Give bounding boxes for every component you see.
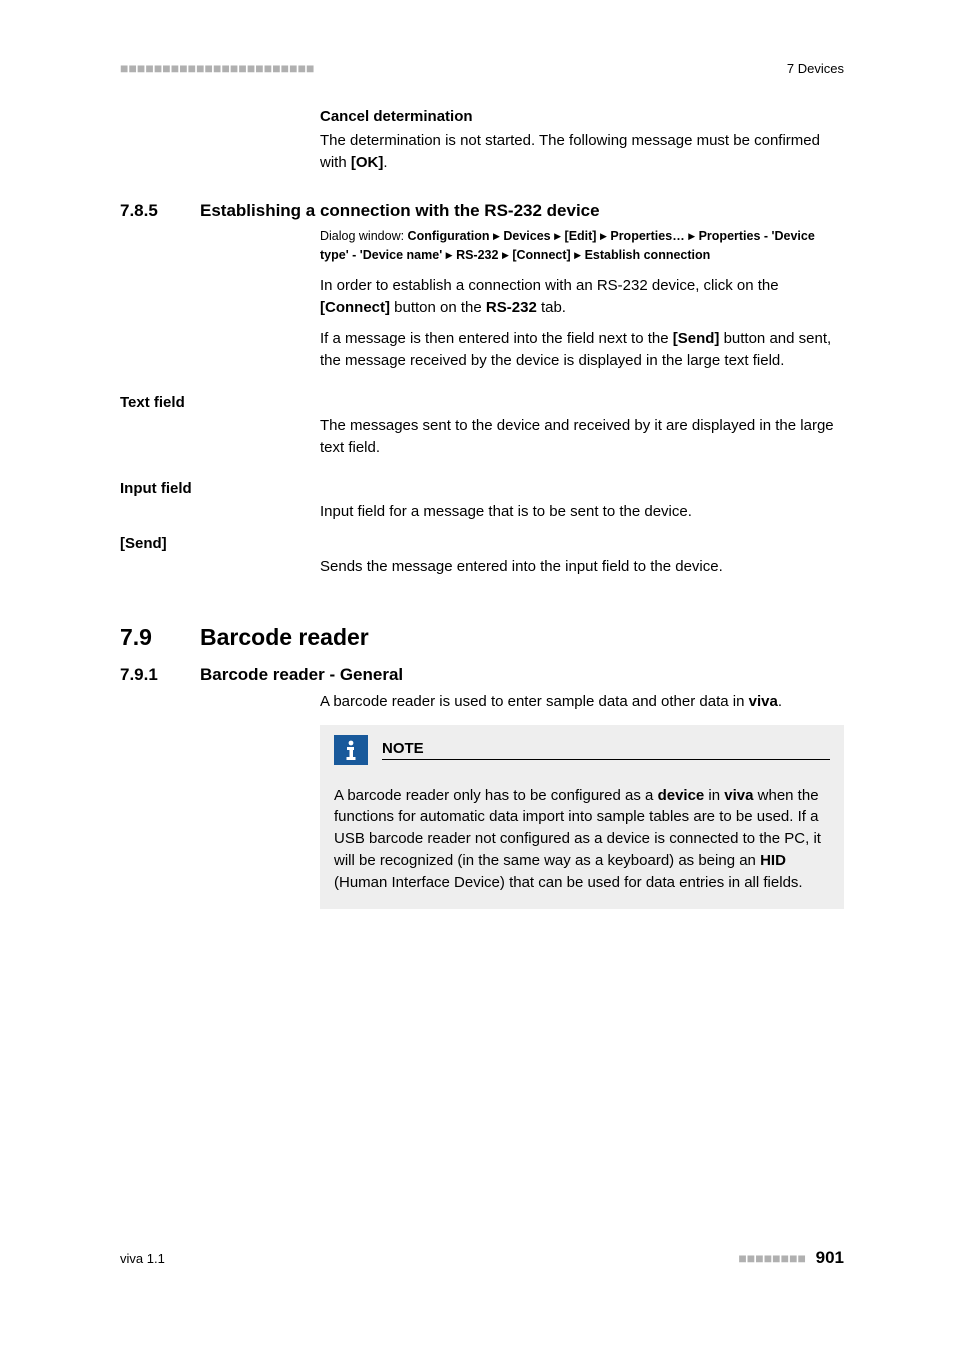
text-fragment: (Human Interface Device) that can be use…: [334, 874, 803, 891]
paragraph: In order to establish a connection with …: [320, 275, 844, 319]
viva-label: viva: [749, 693, 778, 710]
text-fragment: A barcode reader is used to enter sample…: [320, 693, 749, 710]
section-number: 7.9: [120, 624, 200, 651]
section-7-9-heading: 7.9 Barcode reader: [120, 624, 844, 651]
cancel-determination-body: The determination is not started. The fo…: [320, 130, 844, 174]
footer-marks: ■■■■■■■■: [738, 1250, 806, 1266]
note-body: A barcode reader only has to be configur…: [334, 785, 830, 894]
note-box: NOTE A barcode reader only has to be con…: [320, 725, 844, 910]
note-divider: [382, 759, 830, 760]
triangle-icon: ▶: [446, 250, 453, 260]
page-footer: viva 1.1 ■■■■■■■■ 901: [120, 1248, 844, 1268]
viva-label: viva: [724, 787, 753, 804]
text-fragment: in: [704, 787, 724, 804]
dialog-prefix: Dialog window:: [320, 229, 408, 243]
cancel-determination-block: Cancel determination The determination i…: [320, 106, 844, 173]
dialog-step: Establish connection: [585, 248, 711, 262]
section-title: Barcode reader - General: [200, 665, 403, 685]
note-title: NOTE: [382, 740, 830, 757]
section-number: 7.9.1: [120, 665, 200, 685]
triangle-icon: ▶: [600, 231, 607, 241]
section-7-8-5-heading: 7.8.5 Establishing a connection with the…: [120, 201, 844, 221]
footer-left: viva 1.1: [120, 1251, 165, 1266]
input-field-label: Input field: [120, 480, 844, 497]
dialog-step: RS-232: [456, 248, 498, 262]
text-fragment: tab.: [537, 299, 566, 316]
text-fragment: A barcode reader only has to be configur…: [334, 787, 658, 804]
text-fragment: button on the: [390, 299, 486, 316]
rs232-label: RS-232: [486, 299, 537, 316]
page-number: 901: [816, 1248, 844, 1267]
dialog-step: Devices: [503, 229, 550, 243]
section-7-9-1-heading: 7.9.1 Barcode reader - General: [120, 665, 844, 685]
triangle-icon: ▶: [502, 250, 509, 260]
header-chapter-label: 7 Devices: [787, 61, 844, 76]
paragraph: A barcode reader is used to enter sample…: [320, 691, 844, 713]
text-fragment: If a message is then entered into the fi…: [320, 330, 673, 347]
connect-label: [Connect]: [320, 299, 390, 316]
send-description: Sends the message entered into the input…: [320, 556, 844, 578]
ok-label: [OK]: [351, 154, 384, 171]
triangle-icon: ▶: [688, 231, 695, 241]
dialog-window-path: Dialog window: Configuration ▶ Devices ▶…: [320, 227, 844, 265]
text-field-description: The messages sent to the device and rece…: [320, 415, 844, 459]
dialog-step: [Edit]: [565, 229, 597, 243]
section-number: 7.8.5: [120, 201, 200, 221]
text-fragment: .: [383, 154, 387, 171]
send-label-side: [Send]: [120, 535, 844, 552]
text-fragment: In order to establish a connection with …: [320, 277, 779, 294]
page-header: ■■■■■■■■■■■■■■■■■■■■■■■ 7 Devices: [120, 60, 844, 76]
section-title: Barcode reader: [200, 624, 369, 651]
triangle-icon: ▶: [554, 231, 561, 241]
input-field-description: Input field for a message that is to be …: [320, 501, 844, 523]
dialog-step: [Connect]: [512, 248, 570, 262]
send-label: [Send]: [673, 330, 720, 347]
paragraph: If a message is then entered into the fi…: [320, 328, 844, 372]
triangle-icon: ▶: [574, 250, 581, 260]
triangle-icon: ▶: [493, 231, 500, 241]
dialog-step: Properties…: [610, 229, 684, 243]
info-icon: [334, 735, 368, 765]
device-label: device: [658, 787, 705, 804]
text-field-label: Text field: [120, 394, 844, 411]
text-fragment: The determination is not started. The fo…: [320, 132, 820, 171]
cancel-determination-title: Cancel determination: [320, 106, 844, 128]
hid-label: HID: [760, 852, 786, 869]
header-marks: ■■■■■■■■■■■■■■■■■■■■■■■: [120, 60, 315, 76]
dialog-step: Configuration: [408, 229, 490, 243]
text-fragment: .: [778, 693, 782, 710]
section-title: Establishing a connection with the RS-23…: [200, 201, 600, 221]
footer-right: ■■■■■■■■ 901: [738, 1248, 844, 1268]
